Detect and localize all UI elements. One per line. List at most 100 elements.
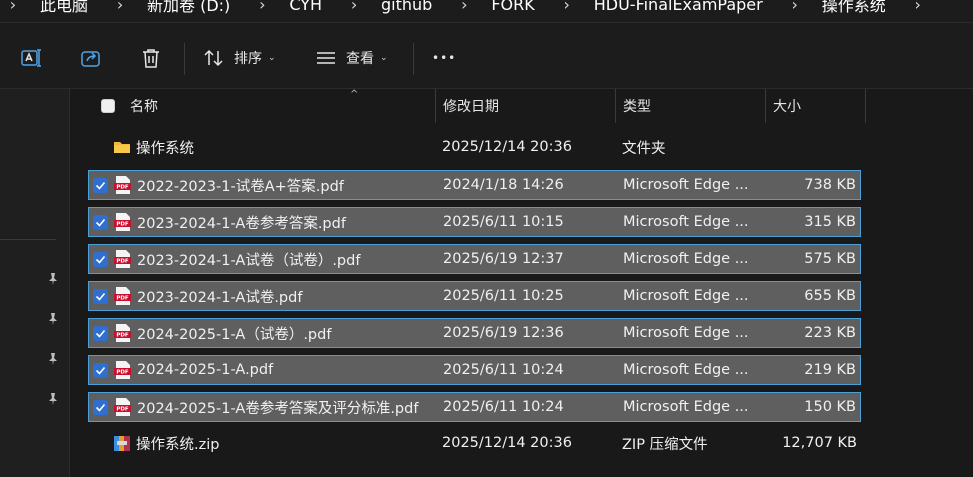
rename-button[interactable] — [20, 45, 42, 71]
pdf-icon: PDF — [114, 287, 131, 305]
column-header-type[interactable]: 类型 — [623, 89, 651, 123]
file-name: 2024-2025-1-A.pdf — [137, 362, 274, 378]
file-type: Microsoft Edge ... — [623, 288, 749, 304]
address-bar[interactable]: › 此电脑 › 新加卷 (D:) › CYH › github › FORK ›… — [0, 0, 973, 22]
column-header-date[interactable]: 修改日期 — [443, 89, 499, 123]
svg-text:PDF: PDF — [116, 296, 129, 302]
row-checkbox[interactable] — [93, 289, 108, 304]
breadcrumb-item-github[interactable]: github — [367, 0, 451, 14]
breadcrumb-item-this-pc[interactable]: 此电脑 — [26, 0, 107, 16]
rename-icon — [21, 49, 41, 67]
share-icon — [81, 51, 100, 67]
select-all-checkbox[interactable] — [101, 99, 115, 113]
pin-icon[interactable] — [46, 272, 60, 286]
breadcrumb-item-fork[interactable]: FORK — [477, 0, 553, 14]
file-date: 2025/12/14 20:36 — [442, 139, 572, 155]
row-checkbox[interactable] — [93, 178, 108, 193]
file-row[interactable]: PDF 2023-2024-1-A试卷（试卷）.pdf 2025/6/19 12… — [88, 244, 861, 274]
file-row[interactable]: PDF 2024-2025-1-A卷参考答案及评分标准.pdf 2025/6/1… — [88, 392, 861, 422]
view-label: 查看 — [346, 51, 374, 67]
column-divider[interactable] — [435, 89, 436, 123]
sort-button[interactable]: 排序 ⌄ — [204, 45, 276, 71]
file-size: 738 KB — [804, 177, 856, 193]
chevron-right-icon[interactable]: › — [782, 0, 808, 14]
pdf-icon: PDF — [114, 324, 131, 342]
svg-text:PDF: PDF — [116, 222, 129, 228]
file-name: 2024-2025-1-A卷参考答案及评分标准.pdf — [137, 400, 419, 417]
sort-ascending-icon: ^ — [350, 89, 359, 100]
file-date: 2025/6/19 12:36 — [443, 325, 564, 341]
column-divider[interactable] — [615, 89, 616, 123]
pdf-icon: PDF — [114, 176, 131, 194]
file-row[interactable]: 操作系统 2025/12/14 20:36 文件夹 — [88, 133, 861, 163]
pdf-icon: PDF — [114, 250, 131, 268]
chevron-right-icon[interactable]: › — [554, 0, 580, 14]
breadcrumb-item-repo[interactable]: HDU-FinalExamPaper — [580, 0, 782, 14]
file-date: 2025/6/19 12:37 — [443, 251, 564, 267]
row-checkbox[interactable] — [93, 363, 108, 378]
chevron-right-icon[interactable]: › — [451, 0, 477, 14]
file-type: Microsoft Edge ... — [623, 399, 749, 415]
breadcrumb-item-drive[interactable]: 新加卷 (D:) — [133, 0, 249, 16]
breadcrumb-item-current[interactable]: 操作系统 — [808, 0, 905, 16]
file-size: 12,707 KB — [782, 435, 857, 451]
pin-icon[interactable] — [46, 312, 60, 326]
file-date: 2025/12/14 20:36 — [442, 435, 572, 451]
folder-icon — [114, 142, 130, 153]
view-button[interactable]: 查看 ⌄ — [316, 45, 388, 71]
file-row[interactable]: 操作系统.zip 2025/12/14 20:36 ZIP 压缩文件 12,70… — [88, 429, 861, 459]
svg-text:PDF: PDF — [116, 333, 129, 339]
file-row[interactable]: PDF 2023-2024-1-A卷参考答案.pdf 2025/6/11 10:… — [88, 207, 861, 237]
column-header: ^ 名称 修改日期 类型 大小 — [88, 89, 873, 123]
pin-icon[interactable] — [46, 352, 60, 366]
row-checkbox[interactable] — [93, 252, 108, 267]
chevron-down-icon: ⌄ — [268, 53, 276, 63]
svg-text:PDF: PDF — [116, 259, 129, 265]
checkmark-icon — [95, 366, 106, 375]
file-size: 575 KB — [804, 251, 856, 267]
checkmark-icon — [95, 181, 106, 190]
chevron-right-icon[interactable]: › — [249, 0, 275, 14]
file-type: ZIP 压缩文件 — [622, 436, 708, 453]
file-name: 操作系统.zip — [136, 436, 220, 453]
file-date: 2025/6/11 10:15 — [443, 214, 564, 230]
column-header-name[interactable]: 名称 — [130, 89, 158, 123]
chevron-right-icon[interactable]: › — [0, 0, 26, 14]
file-row[interactable]: PDF 2024-2025-1-A（试卷）.pdf 2025/6/19 12:3… — [88, 318, 861, 348]
file-type: 文件夹 — [622, 140, 666, 157]
file-date: 2025/6/11 10:24 — [443, 399, 564, 415]
file-row[interactable]: PDF 2022-2023-1-试卷A+答案.pdf 2024/1/18 14:… — [88, 170, 861, 200]
file-row[interactable]: PDF 2024-2025-1-A.pdf 2025/6/11 10:24 Mi… — [88, 355, 861, 385]
file-name: 2023-2024-1-A卷参考答案.pdf — [137, 215, 346, 232]
pdf-icon: PDF — [114, 361, 131, 379]
file-size: 150 KB — [804, 399, 856, 415]
chevron-right-icon[interactable]: › — [107, 0, 133, 14]
more-options-button[interactable]: ••• — [432, 45, 456, 71]
column-header-size[interactable]: 大小 — [773, 89, 801, 123]
pin-icon[interactable] — [46, 392, 60, 406]
row-checkbox[interactable] — [93, 400, 108, 415]
checkmark-icon — [95, 292, 106, 301]
share-button[interactable] — [80, 45, 102, 71]
breadcrumb: › 此电脑 › 新加卷 (D:) › CYH › github › FORK ›… — [0, 0, 931, 18]
row-checkbox[interactable] — [93, 326, 108, 341]
column-divider[interactable] — [765, 89, 766, 123]
pdf-icon: PDF — [114, 398, 131, 416]
file-size: 223 KB — [804, 325, 856, 341]
toolbar-separator — [184, 43, 185, 75]
file-type: Microsoft Edge ... — [623, 325, 749, 341]
sort-icon — [204, 49, 223, 67]
file-size: 315 KB — [804, 214, 856, 230]
checkmark-icon — [95, 218, 106, 227]
chevron-right-icon[interactable]: › — [341, 0, 367, 14]
file-name: 2023-2024-1-A试卷.pdf — [137, 289, 303, 306]
row-checkbox[interactable] — [93, 215, 108, 230]
chevron-right-icon[interactable]: › — [905, 0, 931, 14]
zip-archive-icon — [114, 436, 130, 451]
file-size: 655 KB — [804, 288, 856, 304]
navigation-pane — [0, 89, 70, 477]
file-row[interactable]: PDF 2023-2024-1-A试卷.pdf 2025/6/11 10:25 … — [88, 281, 861, 311]
column-divider[interactable] — [865, 89, 866, 123]
delete-button[interactable] — [140, 45, 162, 71]
breadcrumb-item-cyh[interactable]: CYH — [275, 0, 341, 14]
